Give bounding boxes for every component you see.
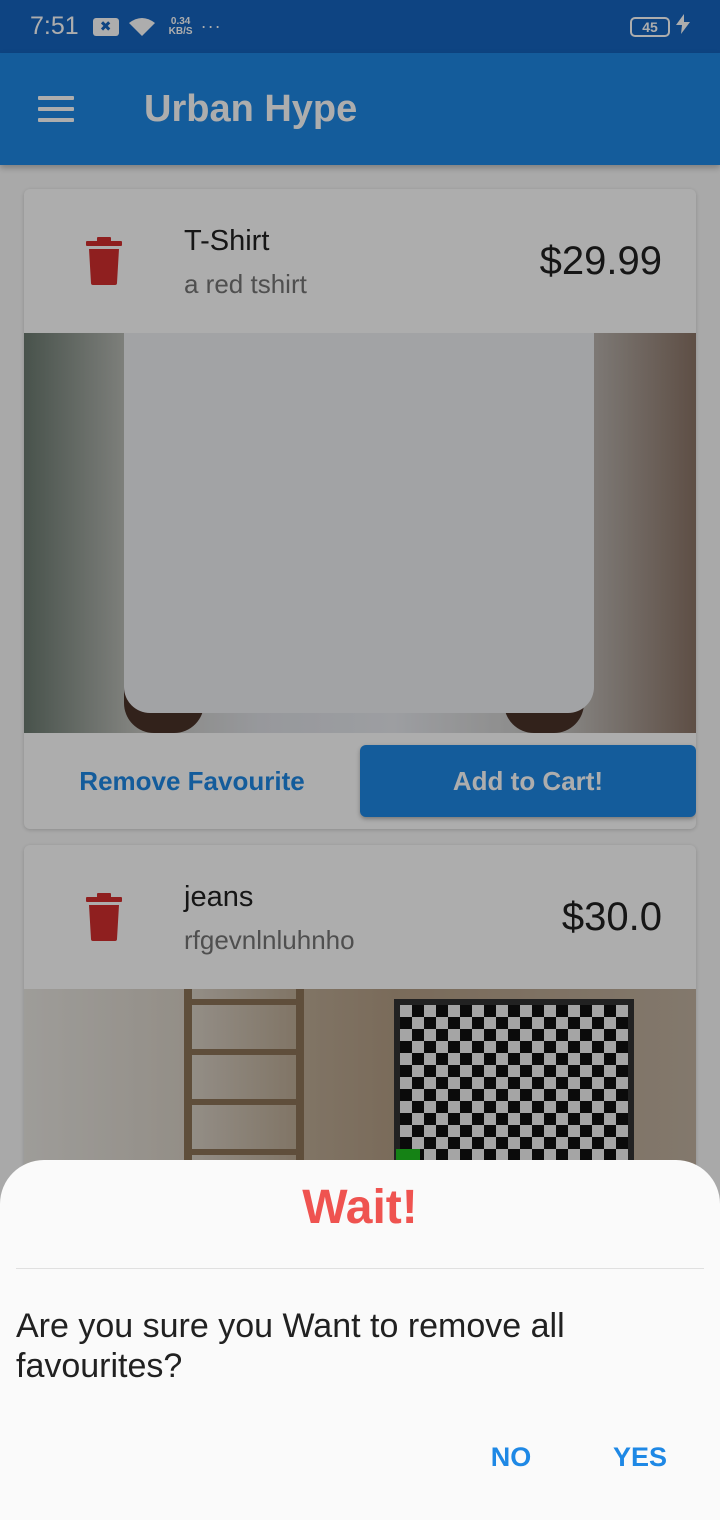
dialog-divider xyxy=(16,1268,704,1269)
yes-button[interactable]: YES xyxy=(596,1432,684,1482)
dialog-message: Are you sure you Want to remove all favo… xyxy=(16,1307,565,1385)
favourites-screen: 7:51 ✖ 0.34 KB/S ··· 45 Urban Hype T-Shi… xyxy=(0,0,720,1520)
no-button[interactable]: NO xyxy=(470,1432,552,1482)
dialog-title: Wait! xyxy=(302,1181,418,1234)
confirm-dialog: Wait! Are you sure you Want to remove al… xyxy=(0,1160,720,1520)
